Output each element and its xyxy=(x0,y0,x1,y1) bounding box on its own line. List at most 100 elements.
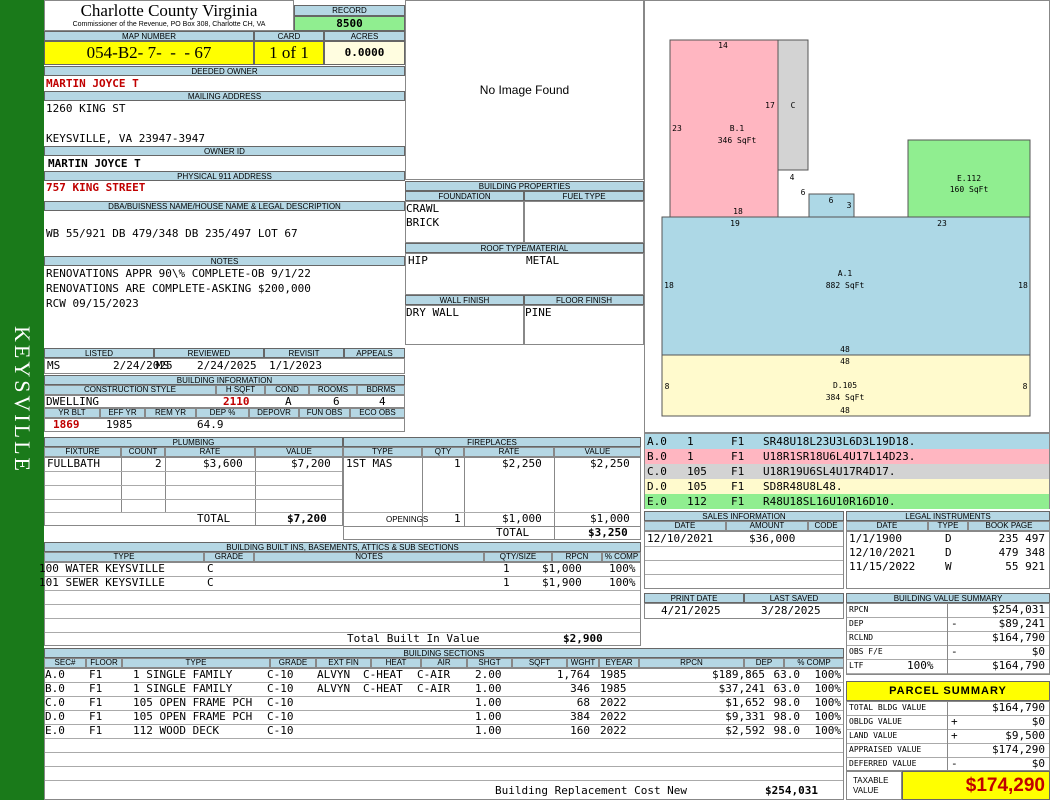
taxable-label: TAXABLE VALUE xyxy=(846,771,902,800)
section-cell: C-10 xyxy=(267,724,294,737)
sketch-b-area: 346 SqFt xyxy=(718,136,757,145)
plumbing-total: $7,200 xyxy=(287,512,327,525)
sketch-b-label: B.1 xyxy=(730,124,745,133)
wall-finish: DRY WALL xyxy=(406,306,459,319)
col-rate: RATE xyxy=(165,447,255,457)
effective-year: 1985 xyxy=(106,418,133,431)
revisit-date: 1/1/2023 xyxy=(269,359,322,372)
plumbing-header: FIXTURE COUNT RATE VALUE xyxy=(44,447,343,457)
sketch-dim: 48 xyxy=(840,357,850,366)
summary-label: DEFERRED VALUE xyxy=(849,759,917,768)
floor-finish-label: FLOOR FINISH xyxy=(524,295,644,305)
summary-row: TOTAL BLDG VALUE $164,790 xyxy=(847,701,1049,716)
reviewed-label: REVIEWED xyxy=(154,348,264,358)
legal-book-page: 235 497 xyxy=(998,532,1045,545)
section-cell: 2022 xyxy=(600,724,627,737)
rcn-label: Building Replacement Cost New xyxy=(495,784,688,797)
acres-label: ACRES xyxy=(324,31,405,41)
legal-description-label: DBA/BUISNESS NAME/HOUSE NAME & LEGAL DES… xyxy=(44,201,405,211)
section-cell: F1 xyxy=(89,682,103,695)
taxable-label-line2: VALUE xyxy=(853,786,879,795)
bvs-label: BUILDING VALUE SUMMARY xyxy=(846,593,1050,603)
summary-label: OBS F/E xyxy=(849,647,883,656)
section-cell: $9,331 xyxy=(725,710,765,723)
wall-finish-label: WALL FINISH xyxy=(405,295,524,305)
sales-header: DATE AMOUNT CODE xyxy=(644,521,844,531)
section-cell: 1 SINGLE FAMILY xyxy=(133,682,233,695)
section-cell: F1 xyxy=(89,668,103,681)
summary-value: $164,790 xyxy=(992,701,1045,714)
sketch-d-label: D.105 xyxy=(833,381,857,390)
card-label: CARD xyxy=(254,31,324,41)
col-eco-obs: ECO OBS xyxy=(350,408,405,418)
sketch-dim: 8 xyxy=(665,382,670,391)
plumbing-value: $7,200 xyxy=(291,457,331,470)
section-cell: $2,592 xyxy=(725,724,765,737)
code-section-id: D.0 xyxy=(647,480,667,493)
col-rpcn: RPCN xyxy=(639,658,744,668)
section-cell: B.0 xyxy=(45,682,65,695)
sketch-code-row: A.0 1 F1 SR48U18L23U3L6D3L19D18. xyxy=(645,434,1049,449)
col-type: TYPE xyxy=(122,658,270,668)
summary-row: DEFERRED VALUE - $0 xyxy=(847,757,1049,772)
floor-finish-box: PINE xyxy=(524,305,644,345)
sketch-code-row: C.0 105 F1 U18R19U6SL4U17R4D17. xyxy=(645,464,1049,479)
col-hsqft: H SQFT xyxy=(216,385,265,395)
section-cell: 100% xyxy=(814,724,842,737)
section-cell: 98.0 xyxy=(773,724,801,737)
building-info-header2: YR BLT EFF YR REM YR DEP % DEPOVR FUN OB… xyxy=(44,408,405,418)
section-cell: 1985 xyxy=(600,682,627,695)
summary-divider xyxy=(947,744,948,758)
section-cell: 100% xyxy=(814,696,842,709)
foundation-value1: CRAWL xyxy=(406,202,440,215)
summary-divider xyxy=(947,632,948,646)
code-section-id: A.0 xyxy=(647,435,667,448)
summary-value: $164,790 xyxy=(992,631,1045,644)
sketch-dim: 3 xyxy=(847,201,852,210)
col-fp-type: TYPE xyxy=(343,447,422,457)
reviewed-by: MS xyxy=(156,359,170,372)
builtins-total: $2,900 xyxy=(563,632,603,645)
summary-divider xyxy=(947,716,948,730)
sketch-dim: 8 xyxy=(1023,382,1028,391)
summary-label: LTF xyxy=(849,661,864,670)
col-floor: FLOOR xyxy=(86,658,122,668)
review-row: MS 2/24/2025 MS 2/24/2025 1/1/2023 xyxy=(44,358,405,374)
no-image-text: No Image Found xyxy=(479,83,570,97)
code-number: 1 xyxy=(687,435,694,448)
section-cell: 100% xyxy=(814,682,842,695)
legal-book-page: 479 348 xyxy=(998,546,1045,559)
section-cell: 112 WOOD DECK xyxy=(133,724,220,737)
section-cell: 2022 xyxy=(600,710,627,723)
legal-table: 1/1/1900 D 235 497 12/10/2021 D 479 348 11/15/… xyxy=(846,531,1050,589)
col-bi-grade: GRADE xyxy=(204,552,254,562)
code-floor: F1 xyxy=(731,465,745,478)
section-cell: 346 xyxy=(570,682,590,695)
summary-value: $0 xyxy=(1031,757,1045,770)
summary-divider xyxy=(947,702,948,716)
sketch-dim: 4 xyxy=(790,173,795,182)
building-info-label: BUILDING INFORMATION xyxy=(44,375,405,385)
col-sale-date: DATE xyxy=(644,521,726,531)
col-value: VALUE xyxy=(255,447,343,457)
summary-value: $89,241 xyxy=(998,617,1045,630)
col-bi-type: TYPE xyxy=(44,552,204,562)
physical-address: 757 KING STREET xyxy=(46,181,146,194)
col-shgt: SHGT xyxy=(467,658,512,668)
section-cell: 100% xyxy=(814,710,842,723)
col-wght: WGHT xyxy=(567,658,599,668)
section-cell: C-10 xyxy=(267,668,294,681)
code-path: R48U18SL16U10R16D10. xyxy=(763,495,896,508)
year-built: 1869 xyxy=(53,418,80,431)
fireplace-rate: $2,250 xyxy=(502,457,542,470)
col-grade: GRADE xyxy=(270,658,316,668)
builtin-rpcn: $1,000 xyxy=(542,562,582,575)
section-cell: F1 xyxy=(89,710,103,723)
sketch-dim: 6 xyxy=(829,196,834,205)
col-count: COUNT xyxy=(121,447,165,457)
fireplaces-table: 1ST MAS 1 $2,250 $2,250 OPENINGS 1 $1,00… xyxy=(343,457,641,540)
property-image: No Image Found xyxy=(405,0,644,180)
summary-value: $164,790 xyxy=(992,659,1045,672)
deeded-owner: MARTIN JOYCE T xyxy=(46,77,139,90)
section-cell: C-AIR xyxy=(417,668,451,681)
